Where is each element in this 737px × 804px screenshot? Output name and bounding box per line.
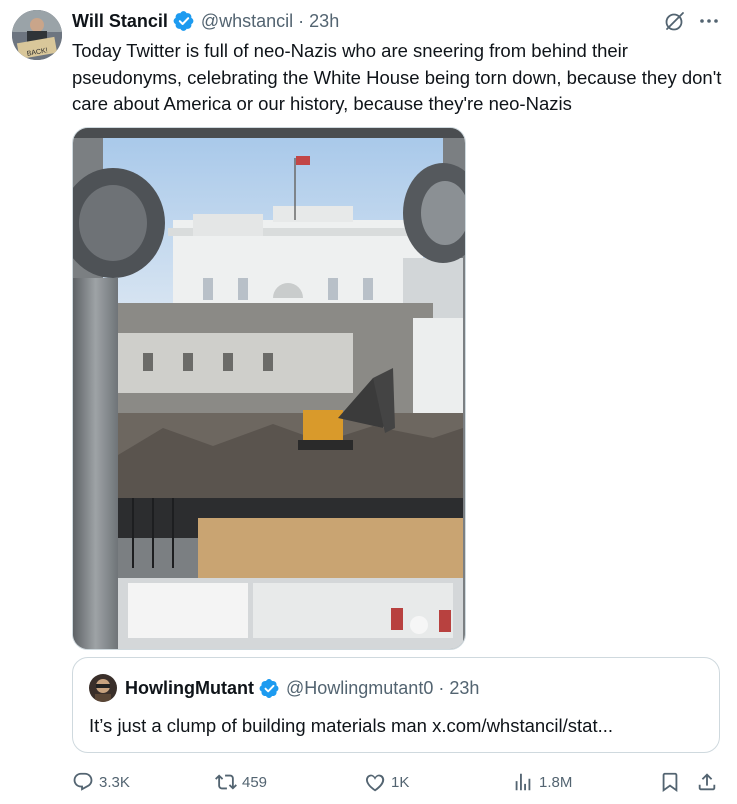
- author-name[interactable]: Will Stancil: [72, 11, 168, 32]
- bookmark-button[interactable]: [659, 770, 686, 794]
- quote-author-avatar[interactable]: [89, 674, 117, 702]
- like-icon: [365, 774, 385, 792]
- views-count: 1.8M: [539, 773, 573, 791]
- tweet-text: Today Twitter is full of neo-Nazis who a…: [72, 40, 722, 114]
- reply-count: 3.3K: [99, 773, 130, 791]
- quote-separator: ·: [438, 677, 445, 698]
- more-icon[interactable]: [698, 10, 720, 32]
- like-button[interactable]: 1K: [364, 770, 409, 794]
- action-bar: 3.3K 459 1K 1.8M: [72, 770, 722, 794]
- tweet-header: Will Stancil @whstancil · 23h: [72, 10, 339, 32]
- repost-icon: [215, 774, 237, 790]
- header-separator: ·: [298, 10, 305, 31]
- quote-header: HowlingMutant @Howlingmutant0 · 23h: [125, 677, 479, 699]
- repost-count: 459: [242, 773, 268, 791]
- views-button[interactable]: 1.8M: [512, 770, 572, 794]
- grok-icon[interactable]: [664, 10, 686, 32]
- verified-badge-icon[interactable]: [259, 678, 280, 699]
- quoted-tweet[interactable]: HowlingMutant @Howlingmutant0 · 23h It’s…: [72, 657, 720, 753]
- bookmark-icon: [662, 772, 678, 793]
- share-icon: [698, 773, 716, 791]
- share-button[interactable]: [696, 770, 723, 794]
- quote-timestamp[interactable]: 23h: [449, 678, 479, 699]
- verified-badge-icon[interactable]: [173, 10, 195, 32]
- reply-icon: [73, 772, 93, 791]
- quote-author-name[interactable]: HowlingMutant: [125, 678, 254, 699]
- quote-text: It’s just a clump of building materials …: [89, 715, 614, 736]
- quote-author-handle[interactable]: @Howlingmutant0: [286, 678, 433, 699]
- reply-button[interactable]: 3.3K: [72, 770, 130, 794]
- author-avatar[interactable]: BACK!: [12, 10, 62, 60]
- like-count: 1K: [391, 773, 410, 791]
- tweet-photo[interactable]: [72, 127, 466, 650]
- repost-button[interactable]: 459: [215, 770, 267, 794]
- views-icon: [515, 773, 531, 791]
- tweet-timestamp[interactable]: 23h: [309, 11, 339, 32]
- author-handle[interactable]: @whstancil: [201, 11, 293, 32]
